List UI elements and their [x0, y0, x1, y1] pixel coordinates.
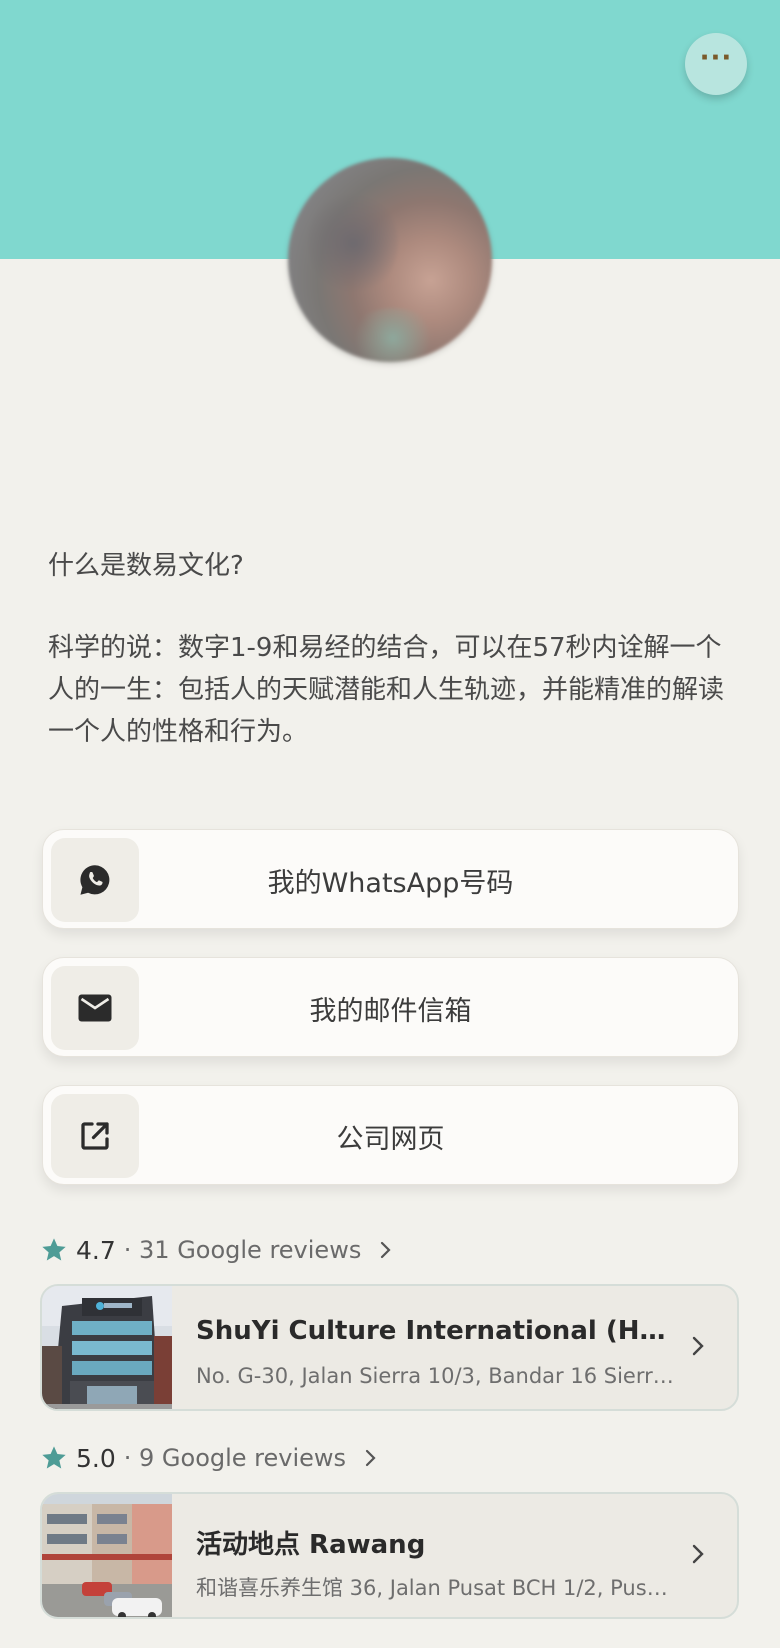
bio-question: 什么是数易文化?	[48, 551, 244, 581]
more-horizontal-icon: ···	[699, 43, 733, 73]
place-card-rawang[interactable]: 活动地点 Rawang 和谐喜乐养生馆 36, Jalan Pusat BCH …	[40, 1492, 739, 1619]
google-reviews-link-1[interactable]: 4.7 · 31 Google reviews	[40, 1230, 393, 1270]
company-website-button[interactable]: 公司网页	[42, 1085, 739, 1185]
place-title: 活动地点 Rawang	[196, 1530, 426, 1560]
bio-text: 什么是数易文化? 科学的说：数字1-9和易经的结合，可以在57秒内诠解一个人的一…	[48, 545, 738, 753]
chevron-right-icon	[692, 1336, 704, 1356]
place-title: ShuYi Culture International (Headquarter…	[196, 1316, 676, 1346]
bio-answer: 科学的说：数字1-9和易经的结合，可以在57秒内诠解一个人的一生：包括人的天赋潜…	[48, 633, 725, 747]
review-count: · 31 Google reviews	[123, 1236, 362, 1264]
more-options-button[interactable]: ···	[685, 33, 747, 95]
email-link-label: 我的邮件信箱	[309, 995, 472, 1027]
whatsapp-link-button[interactable]: 我的WhatsApp号码	[42, 829, 739, 929]
place-photo	[42, 1286, 172, 1409]
star-icon	[42, 1446, 66, 1469]
star-icon	[42, 1238, 66, 1261]
rating-value: 5.0	[76, 1443, 116, 1473]
chevron-right-icon	[692, 1544, 704, 1564]
chevron-right-icon	[381, 1241, 391, 1259]
company-website-label: 公司网页	[336, 1123, 445, 1155]
place-address: 和谐喜乐养生馆 36, Jalan Pusat BCH 1/2, Pusat B…	[196, 1576, 676, 1600]
email-link-button[interactable]: 我的邮件信箱	[42, 957, 739, 1057]
google-reviews-link-2[interactable]: 5.0 · 9 Google reviews	[40, 1438, 378, 1478]
place-photo	[42, 1494, 172, 1617]
whatsapp-link-label: 我的WhatsApp号码	[267, 867, 514, 899]
avatar	[288, 158, 492, 362]
review-count: · 9 Google reviews	[123, 1444, 347, 1472]
rating-value: 4.7	[76, 1235, 116, 1265]
place-address: No. G-30, Jalan Sierra 10/3, Bandar 16 S…	[196, 1364, 676, 1388]
chevron-right-icon	[365, 1449, 376, 1467]
place-card-headquarters[interactable]: ShuYi Culture International (Headquarter…	[40, 1284, 739, 1411]
